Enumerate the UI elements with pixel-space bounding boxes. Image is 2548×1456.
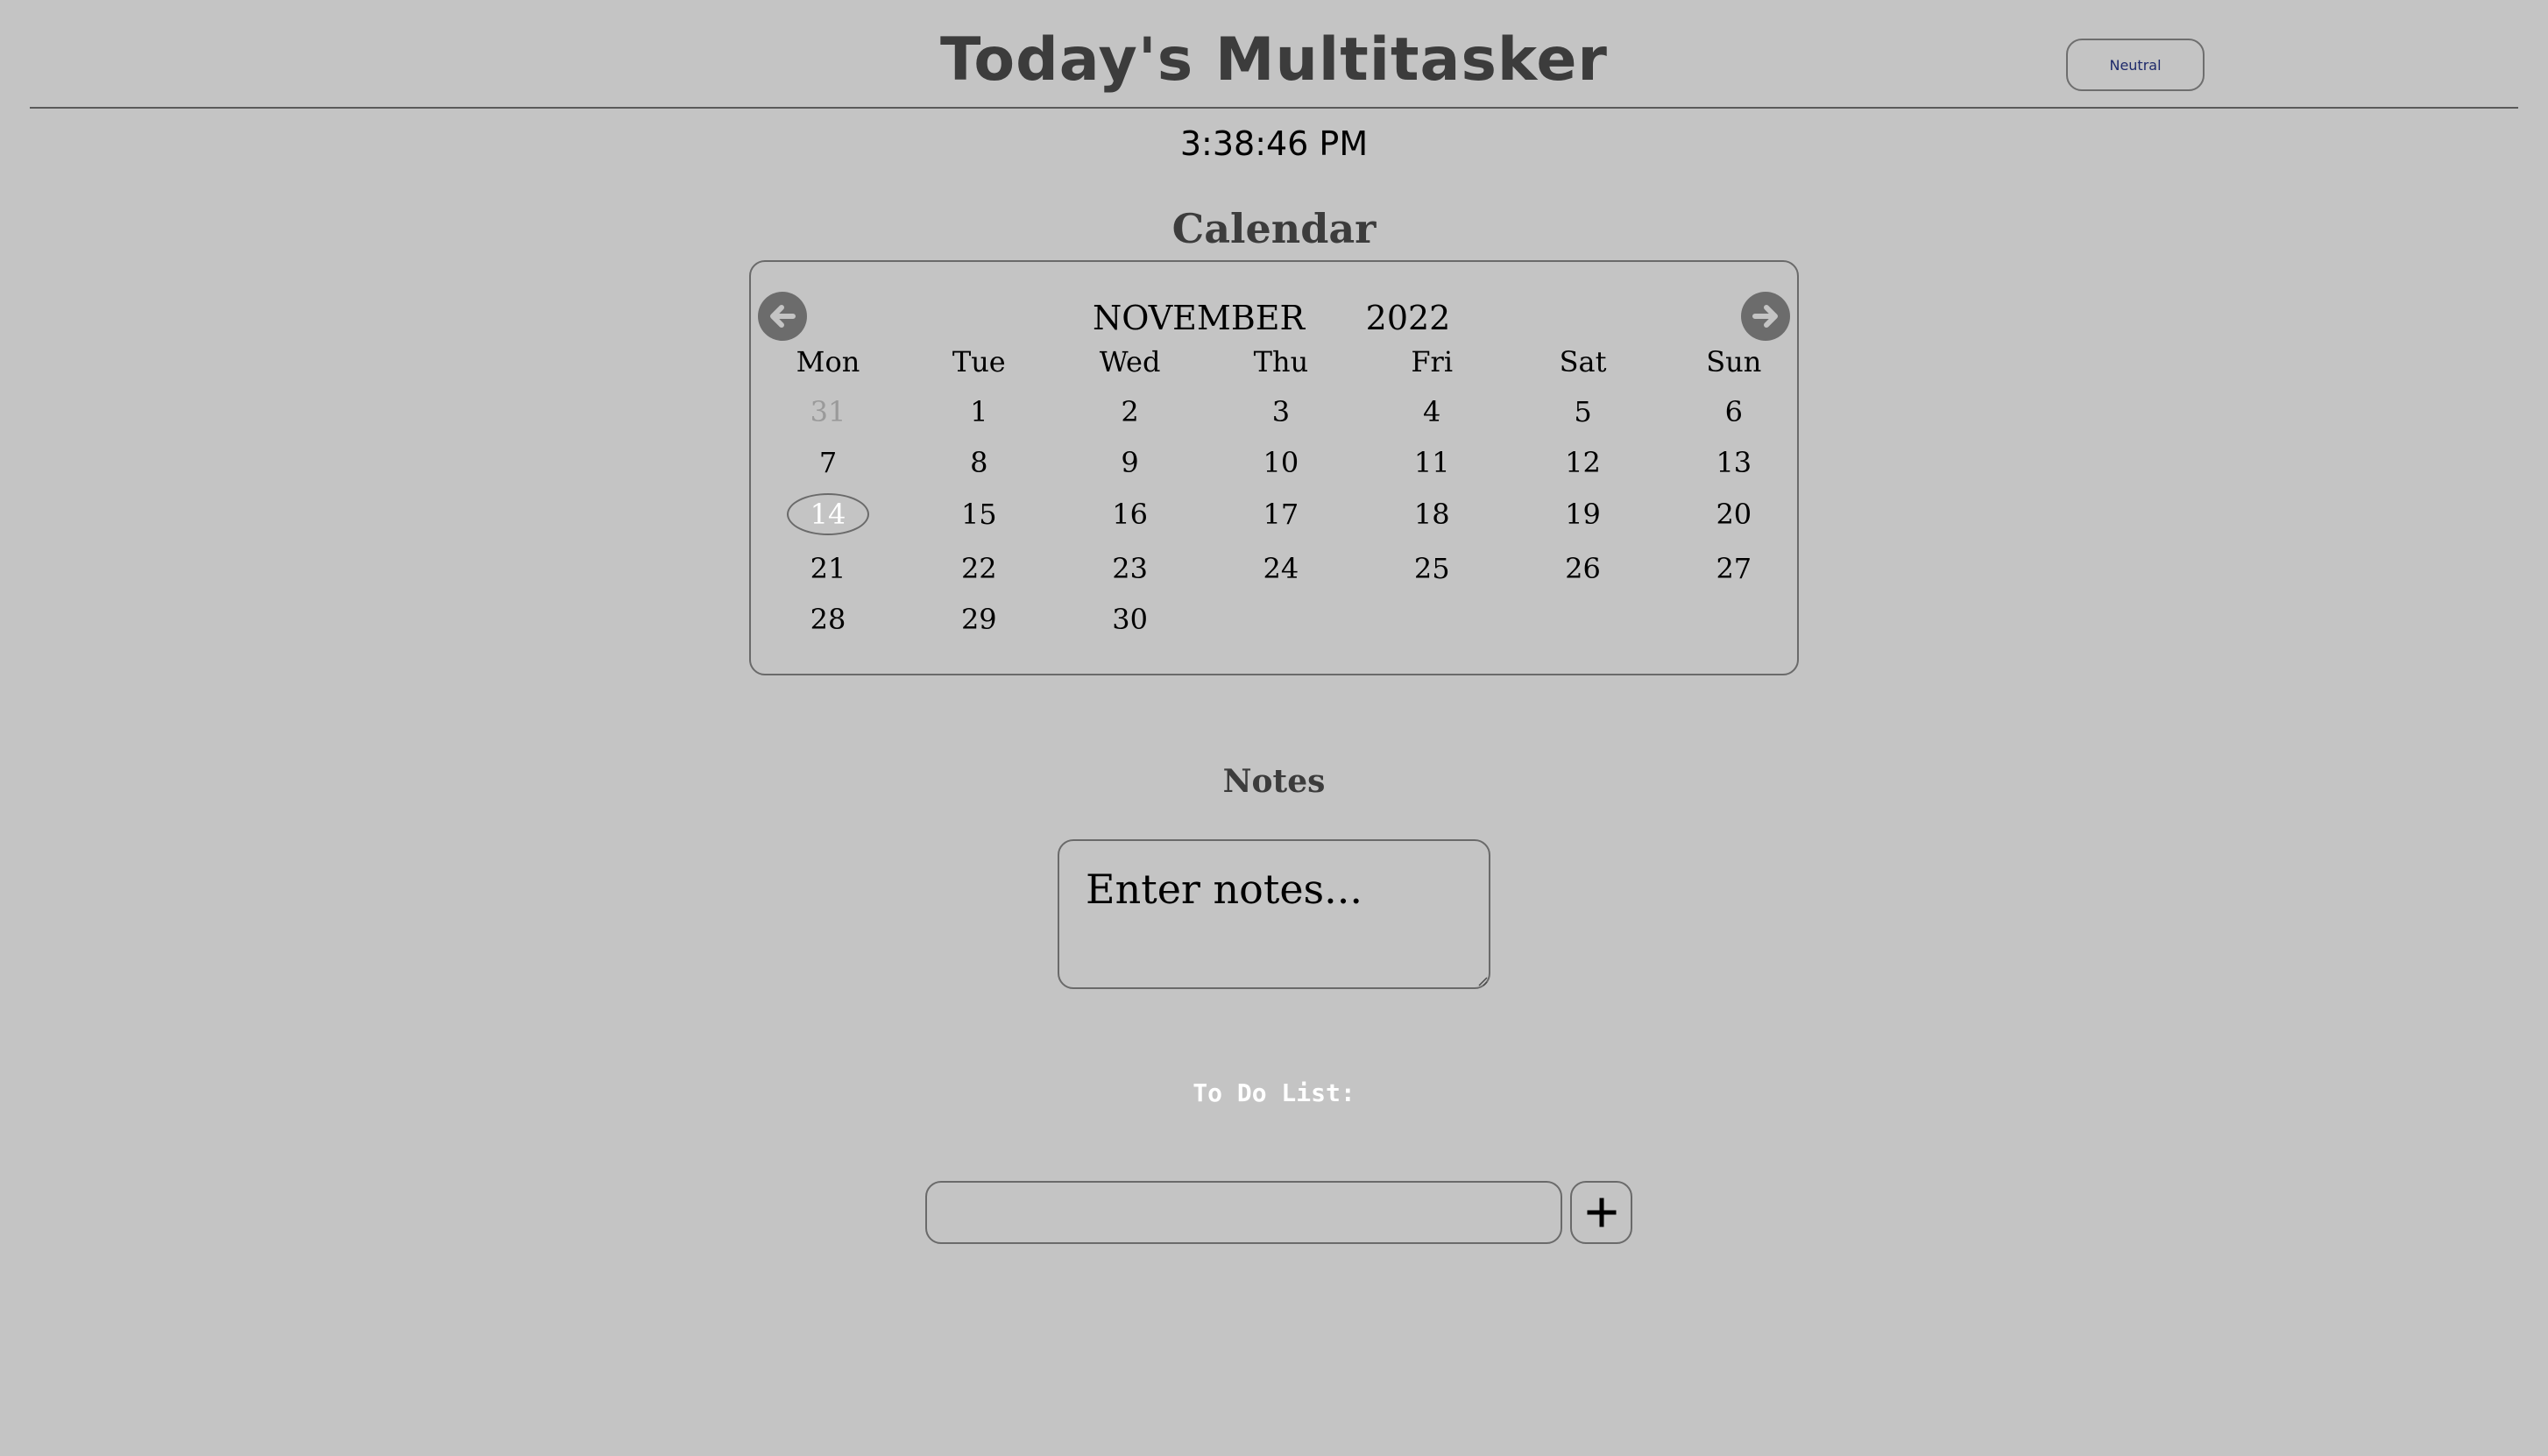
calendar-day-today[interactable]: 14: [753, 490, 903, 539]
weekday-label: Sun: [1706, 345, 1762, 378]
calendar-day[interactable]: 11: [1356, 438, 1507, 487]
weekday-label: Tue: [952, 345, 1006, 378]
clock-display: 3:38:46 PM: [1179, 124, 1369, 163]
calendar-day[interactable]: 6: [1659, 387, 1809, 436]
notes-textarea[interactable]: [1058, 839, 1490, 989]
calendar-day[interactable]: 12: [1508, 438, 1659, 487]
calendar-day[interactable]: 15: [903, 490, 1054, 539]
calendar-grid: Mon Tue Wed Thu Fri Sat Sun 31 1 2 3 4 5 6 7 8 9 10 11 12 13…: [751, 262, 1801, 677]
calendar-day[interactable]: 31: [753, 387, 903, 436]
calendar-day[interactable]: 19: [1508, 490, 1659, 539]
todo-input[interactable]: [925, 1181, 1562, 1244]
calendar-day[interactable]: 16: [1055, 490, 1206, 539]
calendar-day[interactable]: 5: [1508, 387, 1659, 436]
calendar-day[interactable]: 30: [1055, 595, 1206, 644]
calendar-day[interactable]: 20: [1659, 490, 1809, 539]
calendar-day[interactable]: 25: [1356, 544, 1507, 593]
calendar-day[interactable]: 9: [1055, 438, 1206, 487]
calendar-day[interactable]: 26: [1508, 544, 1659, 593]
calendar-day[interactable]: 10: [1206, 438, 1356, 487]
weekday-label: Wed: [1099, 345, 1161, 378]
calendar-day[interactable]: 13: [1659, 438, 1809, 487]
weekday-label: Sat: [1559, 345, 1607, 378]
calendar-day[interactable]: 3: [1206, 387, 1356, 436]
calendar-day[interactable]: 29: [903, 595, 1054, 644]
calendar-day[interactable]: 8: [903, 438, 1054, 487]
mood-button[interactable]: Neutral: [2066, 39, 2205, 91]
calendar-day[interactable]: 22: [903, 544, 1054, 593]
today-marker: 14: [787, 493, 869, 535]
plus-icon: [1587, 1198, 1616, 1227]
calendar-day[interactable]: 21: [753, 544, 903, 593]
calendar-day[interactable]: 2: [1055, 387, 1206, 436]
resize-handle-icon[interactable]: [1476, 974, 1488, 986]
notes-heading: Notes: [1222, 763, 1326, 800]
calendar-day[interactable]: 18: [1356, 490, 1507, 539]
calendar-day[interactable]: 4: [1356, 387, 1507, 436]
weekday-label: Fri: [1411, 345, 1454, 378]
header-divider: [30, 107, 2518, 109]
calendar-day[interactable]: 7: [753, 438, 903, 487]
todo-heading: To Do List:: [1193, 1078, 1355, 1107]
calendar-day[interactable]: 27: [1659, 544, 1809, 593]
calendar-day[interactable]: 17: [1206, 490, 1356, 539]
weekday-label: Thu: [1253, 345, 1309, 378]
calendar-widget: NOVEMBER 2022 Mon Tue Wed Thu Fri Sat Sun 31 1 2 3…: [749, 260, 1799, 675]
calendar-day[interactable]: 23: [1055, 544, 1206, 593]
weekday-label: Mon: [796, 345, 860, 378]
calendar-day[interactable]: 28: [753, 595, 903, 644]
calendar-day[interactable]: 1: [903, 387, 1054, 436]
calendar-heading: Calendar: [1171, 205, 1377, 252]
calendar-day[interactable]: 24: [1206, 544, 1356, 593]
add-todo-button[interactable]: [1570, 1181, 1632, 1244]
